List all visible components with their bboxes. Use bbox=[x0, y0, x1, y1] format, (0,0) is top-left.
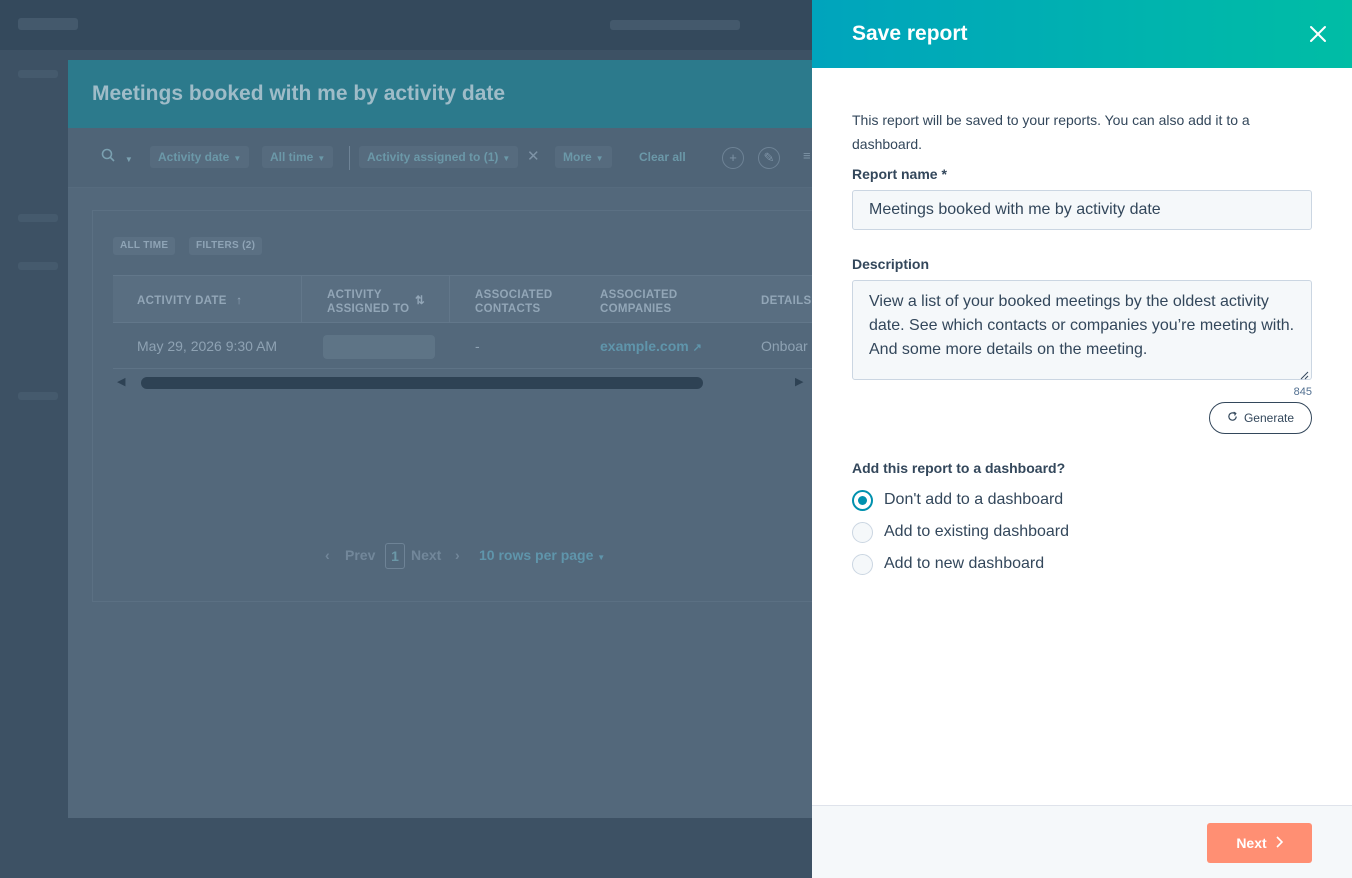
next-page-button[interactable]: Next bbox=[411, 547, 441, 563]
nav-search-placeholder bbox=[610, 20, 740, 30]
caret-down-icon: ▼ bbox=[317, 154, 326, 163]
generate-button-label: Generate bbox=[1243, 411, 1295, 425]
close-icon[interactable] bbox=[1304, 20, 1332, 48]
sort-icon[interactable]: ⇅ bbox=[415, 294, 425, 308]
save-report-panel: Save report This report will be saved to… bbox=[812, 0, 1352, 878]
cell-company-link[interactable]: example.com ↗ bbox=[600, 338, 702, 354]
nav-logo-placeholder bbox=[18, 18, 78, 30]
filter-more[interactable]: More ▼ bbox=[555, 146, 612, 168]
scrollbar-thumb[interactable] bbox=[141, 377, 703, 389]
chevron-right-icon bbox=[1275, 835, 1283, 851]
menu-icon[interactable]: ≡ bbox=[803, 148, 811, 163]
chevron-right-icon: › bbox=[455, 547, 460, 563]
dashboard-question: Add this report to a dashboard? bbox=[852, 460, 1066, 476]
description-label: Description bbox=[852, 256, 930, 272]
report-card: ALL TIME FILTERS (2) ACTIVITY DATE ↑ ACT… bbox=[92, 210, 828, 602]
radio-add-existing[interactable]: Add to existing dashboard bbox=[852, 520, 1069, 544]
cell-company-link-label: example.com bbox=[600, 338, 689, 354]
column-separator bbox=[449, 276, 450, 322]
report-title: Meetings booked with me by activity date bbox=[92, 82, 506, 105]
sidebar-placeholder bbox=[18, 262, 58, 270]
cell-assigned-to-redacted bbox=[323, 335, 435, 359]
radio-button-selected[interactable] bbox=[852, 489, 873, 511]
panel-title: Save report bbox=[852, 22, 968, 45]
report-name-input[interactable]: Meetings booked with me by activity date bbox=[852, 190, 1312, 230]
search-icon[interactable]: ▼ bbox=[101, 148, 133, 165]
radio-dont-add[interactable]: Don't add to a dashboard bbox=[852, 488, 1063, 512]
report-name-label: Report name * bbox=[852, 166, 947, 182]
report-modal: Meetings booked with me by activity date… bbox=[68, 60, 828, 818]
add-icon[interactable]: + bbox=[722, 147, 744, 169]
radio-label: Don't add to a dashboard bbox=[884, 491, 1064, 508]
column-assigned-to[interactable]: ACTIVITY ASSIGNED TO bbox=[327, 288, 417, 316]
resize-handle-icon[interactable] bbox=[1299, 367, 1309, 380]
refresh-icon bbox=[1227, 411, 1238, 425]
horizontal-scrollbar[interactable]: ◀ ▶ bbox=[113, 373, 813, 389]
caret-down-icon: ▼ bbox=[233, 154, 242, 163]
filter-more-label: More bbox=[563, 150, 592, 164]
remove-filter-icon[interactable]: ✕ bbox=[527, 147, 540, 165]
column-activity-date-label: ACTIVITY DATE bbox=[137, 295, 227, 307]
filter-activity-date-label: Activity date bbox=[158, 150, 230, 164]
cell-contacts: - bbox=[475, 338, 480, 354]
column-associated-companies[interactable]: ASSOCIATED COMPANIES bbox=[600, 288, 700, 316]
radio-add-new[interactable]: Add to new dashboard bbox=[852, 552, 1044, 576]
sidebar-placeholder bbox=[18, 70, 58, 78]
column-details-label: DETAILS bbox=[761, 295, 812, 307]
caret-down-icon: ▼ bbox=[597, 553, 606, 562]
table-row: May 29, 2026 9:30 AM - example.com ↗ Onb… bbox=[113, 323, 828, 369]
sort-arrow-icon: ↑ bbox=[236, 295, 243, 307]
tag-all-time: ALL TIME bbox=[113, 237, 176, 255]
caret-down-icon: ▼ bbox=[595, 154, 604, 163]
next-button-label: Next bbox=[1236, 835, 1267, 851]
generate-button[interactable]: Generate bbox=[1209, 402, 1312, 434]
table-header: ACTIVITY DATE ↑ ACTIVITY ASSIGNED TO ⇅ A… bbox=[113, 275, 828, 323]
panel-footer: Next bbox=[812, 805, 1352, 878]
rows-per-page-dropdown[interactable]: 10 rows per page ▼ bbox=[479, 547, 605, 563]
radio-label: Add to existing dashboard bbox=[884, 523, 1070, 540]
panel-header: Save report bbox=[812, 0, 1352, 68]
tag-filters[interactable]: FILTERS (2) bbox=[189, 237, 263, 255]
report-modal-header: Meetings booked with me by activity date bbox=[68, 60, 828, 128]
description-textarea[interactable]: View a list of your booked meetings by t… bbox=[852, 280, 1312, 380]
current-page[interactable]: 1 bbox=[385, 543, 405, 569]
chevron-left-icon: ‹ bbox=[325, 547, 330, 563]
column-separator bbox=[301, 276, 302, 322]
radio-button[interactable] bbox=[852, 521, 873, 543]
filter-all-time-label: All time bbox=[270, 150, 314, 164]
radio-label: Add to new dashboard bbox=[884, 555, 1045, 572]
filter-assigned-to-label: Activity assigned to (1) bbox=[367, 150, 499, 164]
scroll-right-icon[interactable]: ▶ bbox=[795, 375, 803, 388]
character-count: 845 bbox=[1293, 386, 1312, 398]
filter-assigned-to[interactable]: Activity assigned to (1) ▼ bbox=[359, 146, 519, 168]
clear-all-link[interactable]: Clear all bbox=[639, 150, 686, 164]
external-link-icon: ↗ bbox=[692, 342, 702, 354]
filter-bar: ▼ Activity date ▼ All time ▼ Activity assi… bbox=[68, 128, 828, 188]
rows-per-page-label: 10 rows per page bbox=[479, 547, 594, 563]
column-assigned-to-label: ACTIVITY ASSIGNED TO bbox=[327, 289, 410, 315]
column-associated-contacts-label: ASSOCIATED CONTACTS bbox=[475, 289, 553, 315]
edit-icon[interactable]: ✎ bbox=[758, 147, 780, 169]
cell-details: Onboar bbox=[761, 338, 808, 354]
panel-intro-text: This report will be saved to your report… bbox=[852, 112, 1250, 152]
filter-all-time[interactable]: All time ▼ bbox=[262, 146, 334, 168]
filter-activity-date[interactable]: Activity date ▼ bbox=[150, 146, 250, 168]
column-associated-contacts[interactable]: ASSOCIATED CONTACTS bbox=[475, 288, 565, 316]
sidebar-placeholder bbox=[18, 214, 58, 222]
sidebar-placeholder bbox=[18, 392, 58, 400]
next-button[interactable]: Next bbox=[1207, 823, 1312, 863]
prev-page-button[interactable]: Prev bbox=[345, 547, 375, 563]
column-activity-date[interactable]: ACTIVITY DATE ↑ bbox=[137, 294, 242, 308]
scroll-left-icon[interactable]: ◀ bbox=[117, 375, 125, 388]
filter-divider bbox=[349, 146, 350, 170]
caret-down-icon: ▼ bbox=[502, 154, 511, 163]
column-associated-companies-label: ASSOCIATED COMPANIES bbox=[600, 289, 678, 315]
cell-activity-date: May 29, 2026 9:30 AM bbox=[137, 338, 278, 354]
column-details[interactable]: DETAILS bbox=[761, 294, 811, 308]
radio-button[interactable] bbox=[852, 553, 873, 575]
